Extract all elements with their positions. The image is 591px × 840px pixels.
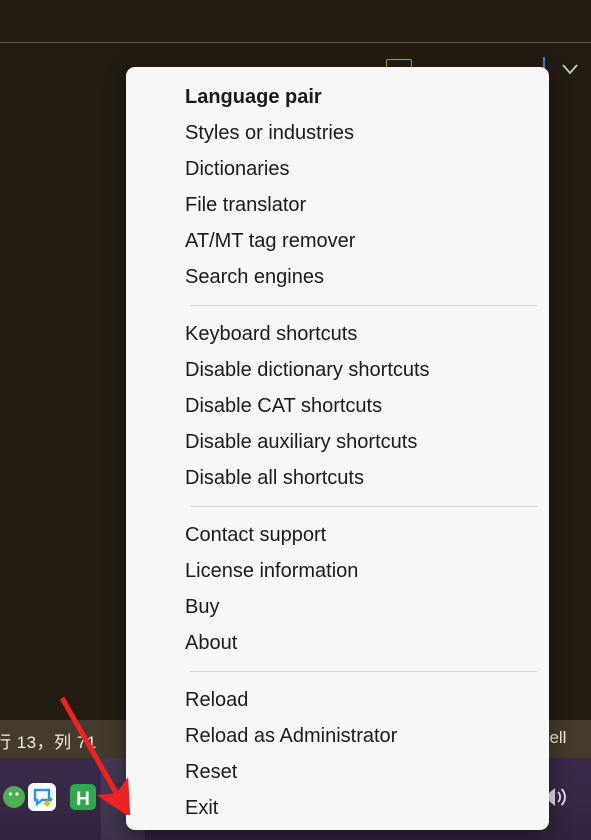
menu-item-disable-all-shortcuts[interactable]: Disable all shortcuts (126, 460, 549, 496)
chevron-down-icon[interactable] (560, 62, 580, 76)
menu-item-file-translator[interactable]: File translator (126, 187, 549, 223)
menu-item-search-engines[interactable]: Search engines (126, 259, 549, 295)
menu-item-reset[interactable]: Reset (126, 754, 549, 790)
menu-group: Contact support License information Buy Abo… (126, 517, 549, 661)
menu-item-about[interactable]: About (126, 625, 549, 661)
menu-item-disable-auxiliary-shortcuts[interactable]: Disable auxiliary shortcuts (126, 424, 549, 460)
menu-item-dictionaries[interactable]: Dictionaries (126, 151, 549, 187)
menu-separator (190, 506, 537, 507)
menu-group: Reload Reload as Administrator Reset Exit (126, 682, 549, 826)
menu-separator (190, 305, 537, 306)
menu-item-disable-cat-shortcuts[interactable]: Disable CAT shortcuts (126, 388, 549, 424)
screen: ... 行 13，列 71 pell H英拼 Language pairStyl… (0, 0, 591, 840)
menu-group: Language pair Styles or industries Diction… (126, 79, 549, 295)
youdao-icon[interactable]: H (66, 780, 100, 814)
qq-browser-icon[interactable] (25, 780, 59, 814)
menu-item-reload-as-administrator[interactable]: Reload as Administrator (126, 718, 549, 754)
menu-item-exit[interactable]: Exit (126, 790, 549, 826)
tray-context-menu[interactable]: Language pair Styles or industries Diction… (126, 67, 549, 830)
menu-item-at-mt-tag-remover[interactable]: AT/MT tag remover (126, 223, 549, 259)
menu-item-contact-support[interactable]: Contact support (126, 517, 549, 553)
menu-item-reload[interactable]: Reload (126, 682, 549, 718)
editor-toolbar (0, 0, 591, 42)
menu-item-disable-dictionary-shortcuts[interactable]: Disable dictionary shortcuts (126, 352, 549, 388)
menu-item-keyboard-shortcuts[interactable]: Keyboard shortcuts (126, 316, 549, 352)
menu-group: Keyboard shortcuts Disable dictionary sho… (126, 316, 549, 496)
menu-item-language-pair[interactable]: Language pair (126, 79, 549, 115)
menu-item-license-information[interactable]: License information (126, 553, 549, 589)
menu-item-styles-or-industries[interactable]: Styles or industries (126, 115, 549, 151)
cursor-position-label: 行 13，列 71 (0, 733, 97, 752)
menu-item-buy[interactable]: Buy (126, 589, 549, 625)
menu-separator (190, 671, 537, 672)
svg-text:H: H (76, 789, 90, 810)
